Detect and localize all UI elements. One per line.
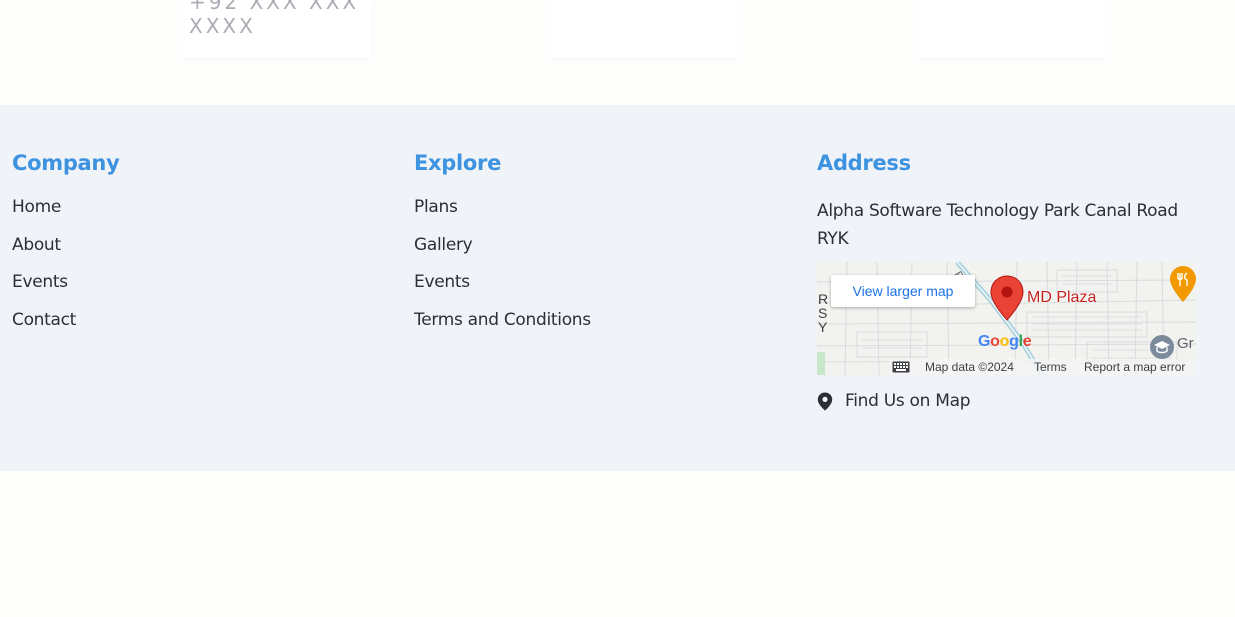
link-label[interactable]: Plans [414, 197, 458, 217]
footer-link-gallery: Gallery [414, 235, 591, 273]
explore-links: Plans Gallery Events Terms and Condition… [414, 197, 591, 347]
link-label[interactable]: Events [12, 272, 68, 292]
map-attribution-bar: Map data ©2024 Terms Report a map error [889, 359, 1196, 375]
company-heading: Company [12, 151, 120, 175]
address-column: Address Alpha Software Technology Park C… [817, 151, 1207, 411]
map-data-text: Map data ©2024 [925, 360, 1014, 374]
site-footer: Company Home About Events Contact Explor… [0, 105, 1235, 471]
view-larger-map-button[interactable]: View larger map [831, 275, 975, 307]
google-logo: Google [978, 333, 1032, 350]
restaurant-icon [1170, 266, 1196, 302]
link-label[interactable]: About [12, 235, 61, 255]
link-label[interactable]: Events [414, 272, 470, 292]
contact-card [918, 0, 1106, 58]
link-label[interactable]: Contact [12, 310, 76, 330]
map-terms-link[interactable]: Terms [1034, 360, 1067, 374]
address-text: Alpha Software Technology Park Canal Roa… [817, 201, 1178, 249]
footer-link-about: About [12, 235, 119, 273]
map-marker-icon [817, 392, 833, 410]
map-edge-label: Gr [1177, 335, 1194, 352]
map-edge-label: RS Y [818, 291, 829, 335]
find-us-on-map-link[interactable]: Find Us on Map [817, 391, 1207, 411]
company-links: Home About Events Contact [12, 197, 119, 347]
report-map-error-link[interactable]: Report a map error [1084, 360, 1185, 374]
footer-link-events: Events [414, 272, 591, 310]
footer-link-terms: Terms and Conditions [414, 310, 591, 348]
place-label: MD Plaza [1027, 289, 1097, 306]
link-label[interactable]: Home [12, 197, 61, 217]
embedded-map[interactable]: Rd View larger map MD Plaza Gr RS Y Goog… [817, 262, 1196, 375]
contact-card [550, 0, 738, 58]
address-heading: Address [817, 151, 911, 175]
footer-link-events: Events [12, 272, 119, 310]
footer-link-plans: Plans [414, 197, 591, 235]
explore-heading: Explore [414, 151, 502, 175]
find-link-label: Find Us on Map [845, 391, 971, 411]
footer-link-contact: Contact [12, 310, 119, 348]
link-label[interactable]: Gallery [414, 235, 473, 255]
explore-column: Explore Plans Gallery Events Terms and C… [414, 151, 591, 347]
card-text: +92 XXX XXX XXXX [189, 0, 360, 38]
footer-link-home: Home [12, 197, 119, 235]
school-icon [1150, 335, 1174, 359]
cards-strip: +92 XXX XXX XXXX [0, 0, 1235, 105]
map-pin-icon[interactable] [990, 275, 1024, 321]
keyboard-icon[interactable] [892, 361, 910, 373]
company-column: Company Home About Events Contact [12, 151, 120, 347]
contact-card: +92 XXX XXX XXXX [183, 0, 371, 58]
link-label[interactable]: Terms and Conditions [414, 310, 591, 330]
